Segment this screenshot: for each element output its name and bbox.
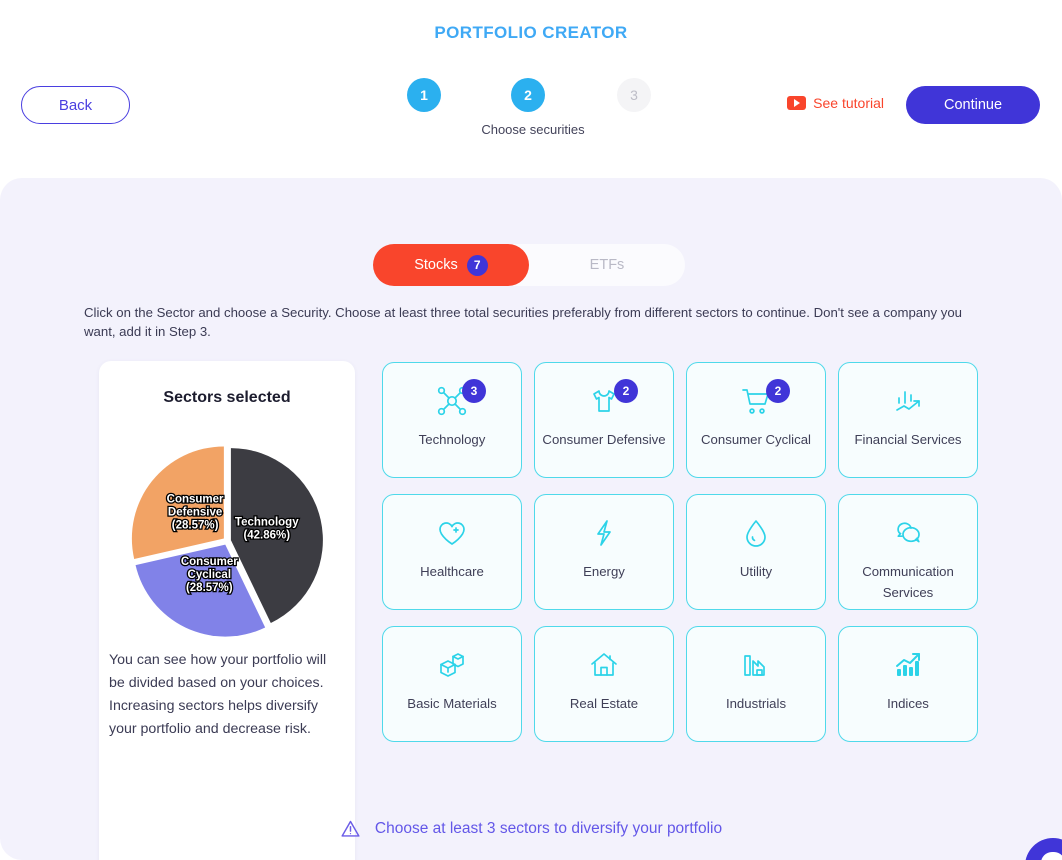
factory-icon	[739, 648, 773, 682]
diversify-warning-text: Choose at least 3 sectors to diversify y…	[374, 819, 723, 837]
sector-tile-communication-services[interactable]: Communication Services	[838, 494, 978, 610]
main-panel: Stocks 7 ETFs Click on the Sector and ch…	[0, 178, 1062, 860]
sectors-selected-title: Sectors selected	[163, 389, 291, 406]
sector-tile-technology[interactable]: Technology 3	[382, 362, 522, 478]
sector-tile-consumer-cyclical[interactable]: Consumer Cyclical 2	[686, 362, 826, 478]
heart-plus-icon	[435, 516, 469, 550]
sector-tile-healthcare[interactable]: Healthcare	[382, 494, 522, 610]
sector-tile-label: Energy	[583, 564, 625, 579]
sector-tile-label: Communication Services	[862, 564, 954, 601]
asset-type-tabs: Stocks 7 ETFs	[373, 244, 685, 286]
step-2[interactable]: 2	[511, 78, 545, 112]
back-button[interactable]: Back	[21, 86, 130, 124]
step-indicator: 1 2 3 Choose securities	[398, 78, 668, 138]
sector-tile-energy[interactable]: Energy	[534, 494, 674, 610]
boxes-icon	[435, 648, 469, 682]
sector-tile-real-estate[interactable]: Real Estate	[534, 626, 674, 742]
sector-tile-indices[interactable]: Indices	[838, 626, 978, 742]
sector-tile-label: Technology	[418, 432, 486, 447]
sector-grid: Technology 3 Consumer Defensive 2 Consumer…	[382, 362, 978, 742]
portfolio-creator-page: PORTFOLIO CREATOR Back 1 2 3 Choose secu…	[0, 0, 1062, 860]
speech-bubbles-icon	[891, 516, 925, 550]
see-tutorial-label: See tutorial	[813, 95, 884, 111]
sectors-pie-chart: Technology (42.86%) Consumer Cyclical (28.57…	[127, 441, 327, 641]
tab-etfs[interactable]: ETFs	[529, 244, 685, 286]
pie-svg: Technology (42.86%) Consumer Cyclical (28.57…	[131, 446, 323, 637]
see-tutorial-link[interactable]: See tutorial	[787, 95, 884, 111]
continue-button[interactable]: Continue	[906, 86, 1040, 124]
diversify-warning: Choose at least 3 sectors to diversify y…	[0, 818, 1062, 839]
instructions-text: Click on the Sector and choose a Securit…	[84, 305, 962, 339]
sector-tile-label: Indices	[887, 696, 929, 711]
step-1[interactable]: 1	[407, 78, 441, 112]
sector-tile-label: Utility	[739, 564, 773, 579]
sectors-card-caption: You can see how your portfolio will be d…	[109, 652, 327, 737]
house-icon	[587, 648, 621, 682]
pie-slice-label: Consumer Cyclical (28.57%)	[181, 556, 238, 594]
warning-triangle-icon	[340, 818, 361, 839]
sector-tile-financial-services[interactable]: Financial Services	[838, 362, 978, 478]
sector-tile-badge: 2	[614, 379, 638, 403]
sector-tile-label: Industrials	[725, 696, 787, 711]
sector-tile-label: Basic Materials	[407, 696, 497, 711]
sector-tile-badge: 2	[766, 379, 790, 403]
tab-stocks[interactable]: Stocks 7	[373, 244, 529, 286]
sector-tile-consumer-defensive[interactable]: Consumer Defensive 2	[534, 362, 674, 478]
sector-tile-utility[interactable]: Utility	[686, 494, 826, 610]
water-drop-icon	[739, 516, 773, 550]
sector-tile-label: Healthcare	[420, 564, 484, 579]
sectors-selected-card: Sectors selected Technology (42.86%) Consu…	[99, 361, 355, 860]
page-title: PORTFOLIO CREATOR	[434, 23, 628, 42]
sector-tile-industrials[interactable]: Industrials	[686, 626, 826, 742]
pie-slice-label: Consumer Defensive (28.57%)	[167, 494, 224, 532]
sector-tile-label: Consumer Defensive	[542, 432, 666, 447]
tab-stocks-badge: 7	[466, 254, 488, 276]
youtube-play-icon	[787, 96, 807, 110]
sector-tile-label: Real Estate	[569, 696, 639, 711]
step-3[interactable]: 3	[617, 78, 651, 112]
growth-chart-icon	[891, 648, 925, 682]
lightning-bolt-icon	[587, 516, 621, 550]
pie-slice-label: Technology (42.86%)	[235, 516, 299, 541]
sector-tile-label: Financial Services	[854, 432, 962, 447]
sector-tile-badge: 3	[462, 379, 486, 403]
bar-chart-arrow-icon	[891, 384, 925, 418]
tab-stocks-label: Stocks	[414, 257, 458, 273]
step-caption: Choose securities	[481, 122, 585, 137]
sector-tile-label: Consumer Cyclical	[701, 432, 811, 447]
sector-tile-basic-materials[interactable]: Basic Materials	[382, 626, 522, 742]
tab-etfs-label: ETFs	[589, 257, 625, 273]
